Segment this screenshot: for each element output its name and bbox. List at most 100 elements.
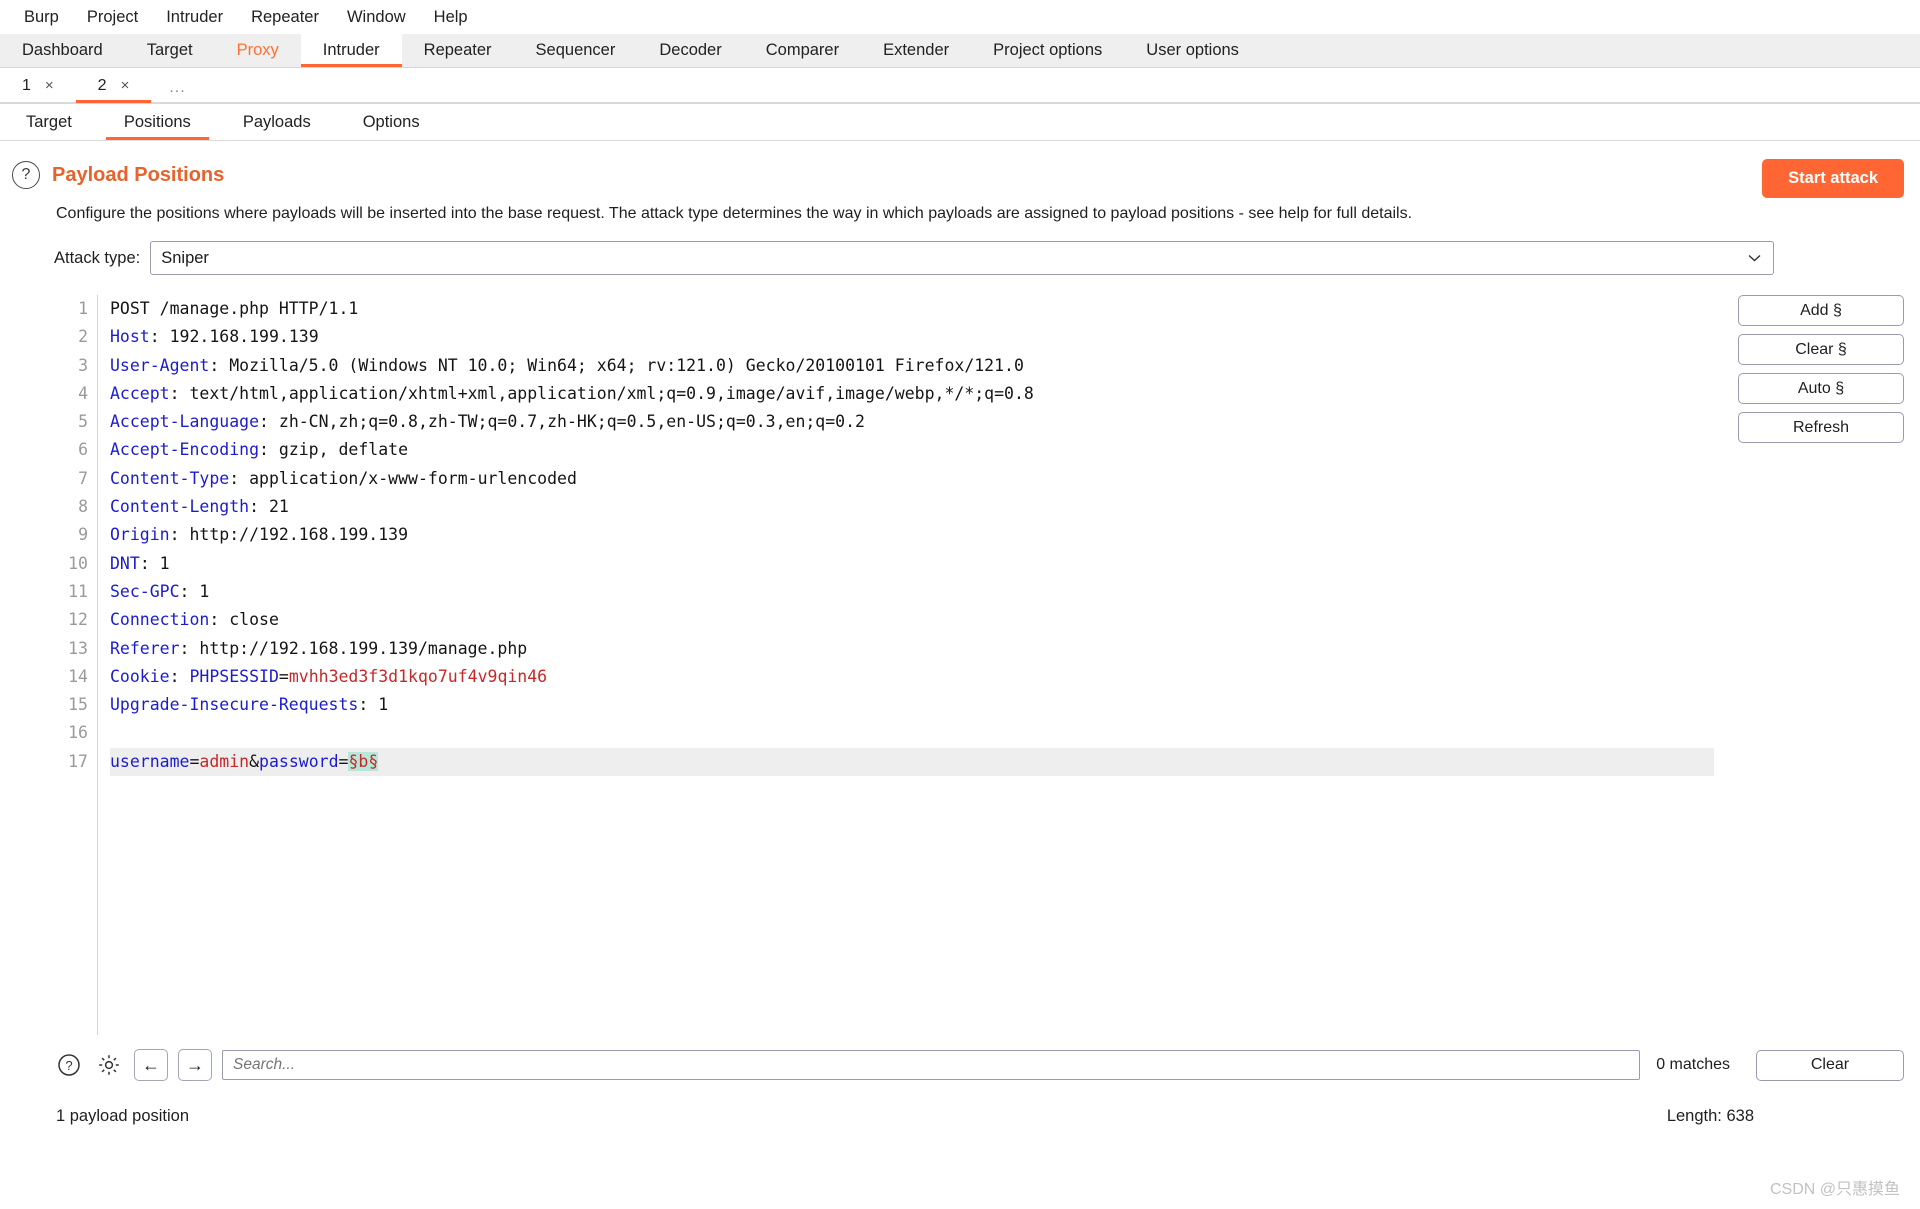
attack-tab-2-label: 2 (97, 76, 107, 94)
attack-type-value: Sniper (161, 248, 209, 267)
request-line[interactable]: Cookie: PHPSESSID=mvhh3ed3f3d1kqo7uf4v9q… (110, 663, 1714, 691)
search-next-button[interactable]: → (178, 1049, 212, 1081)
request-line[interactable]: POST /manage.php HTTP/1.1 (110, 295, 1714, 323)
request-line[interactable]: Accept-Language: zh-CN,zh;q=0.8,zh-TW;q=… (110, 408, 1714, 436)
request-line[interactable]: Accept-Encoding: gzip, deflate (110, 436, 1714, 464)
tab-comparer[interactable]: Comparer (744, 34, 861, 67)
help-icon[interactable]: ? (12, 161, 40, 189)
code-segment: : zh-CN,zh;q=0.8,zh-TW;q=0.7,zh-HK;q=0.5… (259, 412, 865, 432)
request-line[interactable]: Accept: text/html,application/xhtml+xml,… (110, 380, 1714, 408)
tab-intruder[interactable]: Intruder (300, 34, 402, 67)
search-help-icon[interactable]: ? (54, 1050, 84, 1080)
tab-sequencer[interactable]: Sequencer (514, 34, 638, 67)
gear-icon[interactable] (94, 1050, 124, 1080)
request-line[interactable]: Content-Length: 21 (110, 493, 1714, 521)
request-lines[interactable]: POST /manage.php HTTP/1.1 Host: 192.168.1… (98, 295, 1714, 1035)
code-segment: : 21 (249, 497, 289, 517)
tab-dashboard[interactable]: Dashboard (0, 34, 125, 67)
menu-item-intruder[interactable]: Intruder (152, 6, 237, 29)
line-number: 9 (78, 525, 88, 545)
code-segment: Sec-GPC (110, 581, 180, 601)
line-number: 17 (68, 751, 88, 771)
line-number: 5 (78, 412, 88, 432)
editor-area: 1 2 3 4 5 6 7 8 9 10 11 12 13 14 15 16 17 POST /manage.p… (54, 295, 1920, 1035)
request-line[interactable]: Referer: http://192.168.199.139/manage.p… (110, 635, 1714, 663)
request-editor[interactable]: 1 2 3 4 5 6 7 8 9 10 11 12 13 14 15 16 17 POST /manage.p… (54, 295, 1714, 1035)
sub-tab-options[interactable]: Options (337, 104, 446, 140)
svg-text:?: ? (65, 1058, 72, 1073)
code-segment: password (259, 751, 339, 771)
page-title: Payload Positions (52, 163, 225, 186)
request-line[interactable]: DNT: 1 (110, 550, 1714, 578)
code-segment: : (169, 666, 190, 686)
code-segment: : 192.168.199.139 (149, 327, 319, 347)
code-segment: = (189, 751, 200, 771)
tab-extender[interactable]: Extender (861, 34, 971, 67)
sub-tab-target[interactable]: Target (0, 104, 98, 140)
request-line[interactable]: User-Agent: Mozilla/5.0 (Windows NT 10.0… (110, 352, 1714, 380)
tab-decoder[interactable]: Decoder (637, 34, 743, 67)
code-segment: User-Agent (110, 355, 210, 375)
request-line[interactable] (110, 719, 1714, 747)
menu-item-project[interactable]: Project (73, 6, 152, 29)
tab-repeater[interactable]: Repeater (402, 34, 514, 67)
request-line[interactable]: Connection: close (110, 606, 1714, 634)
attack-tab-overflow[interactable]: ... (151, 68, 203, 103)
clear-search-button[interactable]: Clear (1756, 1049, 1904, 1081)
code-segment: PHPSESSID (189, 666, 279, 686)
payload-marker: §b§ (348, 751, 379, 771)
menu-item-window[interactable]: Window (333, 6, 420, 29)
code-segment: : 1 (139, 553, 170, 573)
code-segment: username (110, 751, 190, 771)
code-segment: admin (199, 751, 250, 771)
close-icon[interactable]: × (121, 77, 130, 94)
request-line[interactable]: Upgrade-Insecure-Requests: 1 (110, 691, 1714, 719)
code-segment: : 1 (179, 581, 210, 601)
code-segment: Accept (110, 383, 170, 403)
attack-tab-1-label: 1 (22, 76, 31, 94)
search-prev-button[interactable]: ← (134, 1049, 168, 1081)
code-segment: Host (110, 327, 150, 347)
code-segment: DNT (110, 553, 140, 573)
code-segment: = (278, 666, 289, 686)
code-segment: : 1 (358, 695, 389, 715)
close-icon[interactable]: × (45, 77, 54, 94)
attack-type-label: Attack type: (54, 248, 141, 267)
request-line[interactable]: Origin: http://192.168.199.139 (110, 521, 1714, 549)
code-segment: Referer (110, 638, 180, 658)
add-section-button[interactable]: Add § (1738, 295, 1904, 326)
watermark: CSDN @只惠摸鱼 (1769, 1181, 1900, 1198)
tab-proxy[interactable]: Proxy (215, 34, 301, 67)
line-number: 12 (68, 610, 88, 630)
start-attack-button[interactable]: Start attack (1762, 159, 1904, 198)
search-input[interactable] (222, 1050, 1641, 1080)
code-segment: : text/html,application/xhtml+xml,applic… (169, 383, 1034, 403)
tab-target[interactable]: Target (125, 34, 215, 67)
code-segment: Cookie (110, 666, 170, 686)
sub-tab-strip: Target Positions Payloads Options (0, 104, 1920, 141)
auto-section-button[interactable]: Auto § (1738, 373, 1904, 404)
refresh-button[interactable]: Refresh (1738, 412, 1904, 443)
status-bar: 1 payload position Length: 638 (56, 1107, 1866, 1126)
menu-item-burp[interactable]: Burp (10, 6, 73, 29)
code-segment: : http://192.168.199.139 (169, 525, 409, 545)
code-segment: : http://192.168.199.139/manage.php (179, 638, 528, 658)
menu-item-repeater[interactable]: Repeater (237, 6, 333, 29)
position-buttons: Add § Clear § Auto § Refresh (1738, 295, 1904, 443)
request-code: 1 2 3 4 5 6 7 8 9 10 11 12 13 14 15 16 17 POST /manage.p… (54, 295, 1714, 1035)
tab-project-options[interactable]: Project options (971, 34, 1124, 67)
clear-section-button[interactable]: Clear § (1738, 334, 1904, 365)
sub-tab-payloads[interactable]: Payloads (217, 104, 337, 140)
line-number: 16 (68, 723, 88, 743)
sub-tab-positions[interactable]: Positions (98, 104, 217, 140)
request-line[interactable]: Content-Type: application/x-www-form-url… (110, 465, 1714, 493)
tab-user-options[interactable]: User options (1124, 34, 1261, 67)
code-segment: mvhh3ed3f3d1kqo7uf4v9qin46 (288, 666, 548, 686)
request-line[interactable]: Host: 192.168.199.139 (110, 323, 1714, 351)
attack-type-select[interactable]: Sniper (150, 241, 1774, 275)
attack-tab-2[interactable]: 2 × (75, 68, 152, 103)
attack-tab-1[interactable]: 1 × (0, 68, 76, 103)
request-line[interactable]: Sec-GPC: 1 (110, 578, 1714, 606)
request-line[interactable]: username=admin&password=§b§ (110, 747, 1714, 777)
menu-item-help[interactable]: Help (420, 6, 482, 29)
